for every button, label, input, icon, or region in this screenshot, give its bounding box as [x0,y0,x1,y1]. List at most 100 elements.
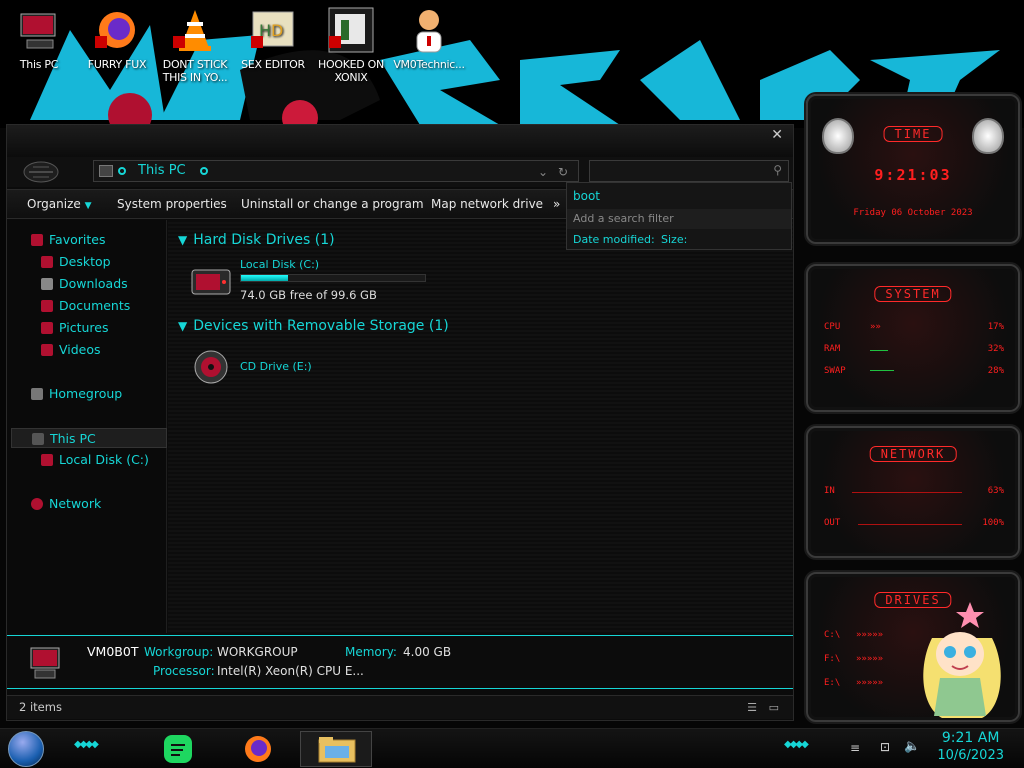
organize-button[interactable]: Organize ▼ [27,197,92,211]
hard-drive-icon [191,269,231,295]
back-forward-orb-icon[interactable] [21,159,61,185]
file-list: ▼ Hard Disk Drives (1) Local Disk (C:) 74… [168,220,793,633]
taskbar-clock[interactable]: 9:21 AM 10/6/2023 [937,729,1004,765]
desktop-icon-this-pc[interactable]: This PC [0,6,78,71]
taskbar-decoration-icon: ◆◆◆◆ [74,739,99,750]
search-query[interactable]: boot [573,189,600,203]
desktop-icon-vm0technic[interactable]: VM0Technic... [390,6,468,71]
workgroup-value: WORKGROUP [217,645,298,659]
drive-c-free-space: 74.0 GB free of 99.6 GB [240,288,377,302]
group-header-hdd[interactable]: ▼ Hard Disk Drives (1) [178,232,335,248]
drive-f-arrows: »»»»» [856,654,884,664]
videos-folder-icon [41,344,53,356]
hxd-icon: HD [249,6,297,54]
drive-e-label: E:\ [824,678,841,688]
computer-icon [30,647,60,679]
downloads-folder-icon [41,278,53,290]
close-icon[interactable]: ✕ [771,127,783,143]
date-display: Friday 06 October 2023 [853,208,973,218]
gadget-network: NETWORK IN 63% OUT 100% [806,426,1020,558]
network-icon [31,498,43,510]
show-desktop-icon[interactable]: ≡ [850,741,860,755]
refresh-icon[interactable]: ↻ [558,162,568,182]
desktop-icon-sex-editor[interactable]: HD SEX EDITOR [234,6,312,71]
system-gadget-title: SYSTEM [874,286,952,302]
firefox-icon[interactable] [242,733,274,765]
processor-value: Intel(R) Xeon(R) CPU E... [217,664,364,678]
breadcrumb-arrow-icon[interactable] [200,167,208,175]
search-icon[interactable]: ⚲ [773,163,782,177]
alien-logo-icon [972,118,1004,154]
filter-size[interactable]: Size: [661,233,687,246]
drive-c-name[interactable]: Local Disk (C:) [240,258,319,271]
gadget-time: TIME 9:21:03 Friday 06 October 2023 [806,94,1020,244]
svg-text:D: D [271,21,283,40]
nav-item-favorites[interactable]: Favorites [7,230,163,250]
search-input[interactable]: ⚲ [589,160,789,182]
add-search-filter[interactable]: Add a search filter [567,209,791,229]
network-in-line [852,492,962,493]
swap-value: 28% [987,366,1004,376]
group-header-removable[interactable]: ▼ Devices with Removable Storage (1) [178,318,449,334]
dropdown-chevron-icon[interactable]: ⌄ [538,162,548,182]
swap-label: SWAP [824,366,846,376]
address-text: This PC [138,163,186,178]
cpu-arrows: »» [870,322,881,332]
desktop-icon-furry-fux[interactable]: FURRY FUX [78,6,156,71]
drive-e-name[interactable]: CD Drive (E:) [240,360,312,373]
drive-c-label: C:\ [824,630,841,640]
network-tray-icon[interactable]: ⊡ [880,740,890,754]
time-gadget-title: TIME [883,126,943,142]
homegroup-icon [31,388,43,400]
network-out-label: OUT [824,518,841,528]
desktop-icon-dont-stick[interactable]: DONT STICK THIS IN YO... [156,6,234,84]
chevron-down-icon: ▼ [84,201,92,211]
desktop-folder-icon [41,256,53,268]
volume-icon[interactable]: 🔈 [904,739,920,754]
details-pane: VM0B0T Workgroup: WORKGROUP Memory: 4.00… [7,635,793,689]
vlc-icon [171,6,219,54]
nav-item-homegroup[interactable]: Homegroup [7,384,163,404]
user-doctor-icon [405,6,453,54]
taskbar-explorer-button[interactable] [300,731,372,767]
ram-value: 32% [987,344,1004,354]
start-button[interactable] [8,731,44,767]
folder-icon [318,737,356,763]
workgroup-label: Workgroup: [144,645,214,659]
tiles-view-icon[interactable]: ▭ [769,701,779,714]
drive-c-arrows: »»»»» [856,630,884,640]
taskbar: ◆◆◆◆ ◆◆◆◆ ≡ ⊡ 🔈 9:21 AM 10/6/2023 [0,728,1024,768]
taskbar-date: 10/6/2023 [937,748,1004,763]
filter-date-modified[interactable]: Date modified: [573,233,655,246]
address-bar[interactable]: This PC ⌄ ↻ [93,160,579,182]
search-suggestions: boot Add a search filter Date modified: … [566,182,792,250]
navigation-pane: Favorites Desktop Downloads Documents Pi… [7,220,167,633]
nav-item-pictures[interactable]: Pictures [7,318,163,338]
details-view-icon[interactable]: ☰ [747,701,757,714]
breadcrumb-arrow-icon [118,167,126,175]
spotify-icon[interactable] [162,733,194,765]
window-titlebar[interactable]: ✕ [7,125,793,157]
nav-item-videos[interactable]: Videos [7,340,163,360]
uninstall-program-button[interactable]: Uninstall or change a program [241,197,424,211]
nav-item-desktop[interactable]: Desktop [7,252,163,272]
memory-label: Memory: [345,645,397,659]
cpu-value: 17% [987,322,1004,332]
clock-display: 9:21:03 [874,166,952,184]
drive-e-arrows: »»»»» [856,678,884,688]
network-in-value: 63% [987,486,1004,496]
nav-item-downloads[interactable]: Downloads [7,274,163,294]
nav-item-local-disk[interactable]: Local Disk (C:) [7,450,163,470]
nav-item-network[interactable]: Network [7,494,163,514]
taskbar-time: 9:21 AM [941,730,1000,746]
desktop-icon-hooked-on-xonix[interactable]: HOOKED ON XONIX [312,6,390,84]
computer-name: VM0B0T [87,644,139,659]
nav-item-documents[interactable]: Documents [7,296,163,316]
more-commands-button[interactable]: » [553,197,560,211]
drive-f-label: F:\ [824,654,841,664]
map-network-drive-button[interactable]: Map network drive [431,197,543,211]
pictures-folder-icon [41,322,53,334]
nav-item-this-pc[interactable]: This PC [11,428,167,448]
system-properties-button[interactable]: System properties [117,197,227,211]
swap-bar [870,370,894,371]
